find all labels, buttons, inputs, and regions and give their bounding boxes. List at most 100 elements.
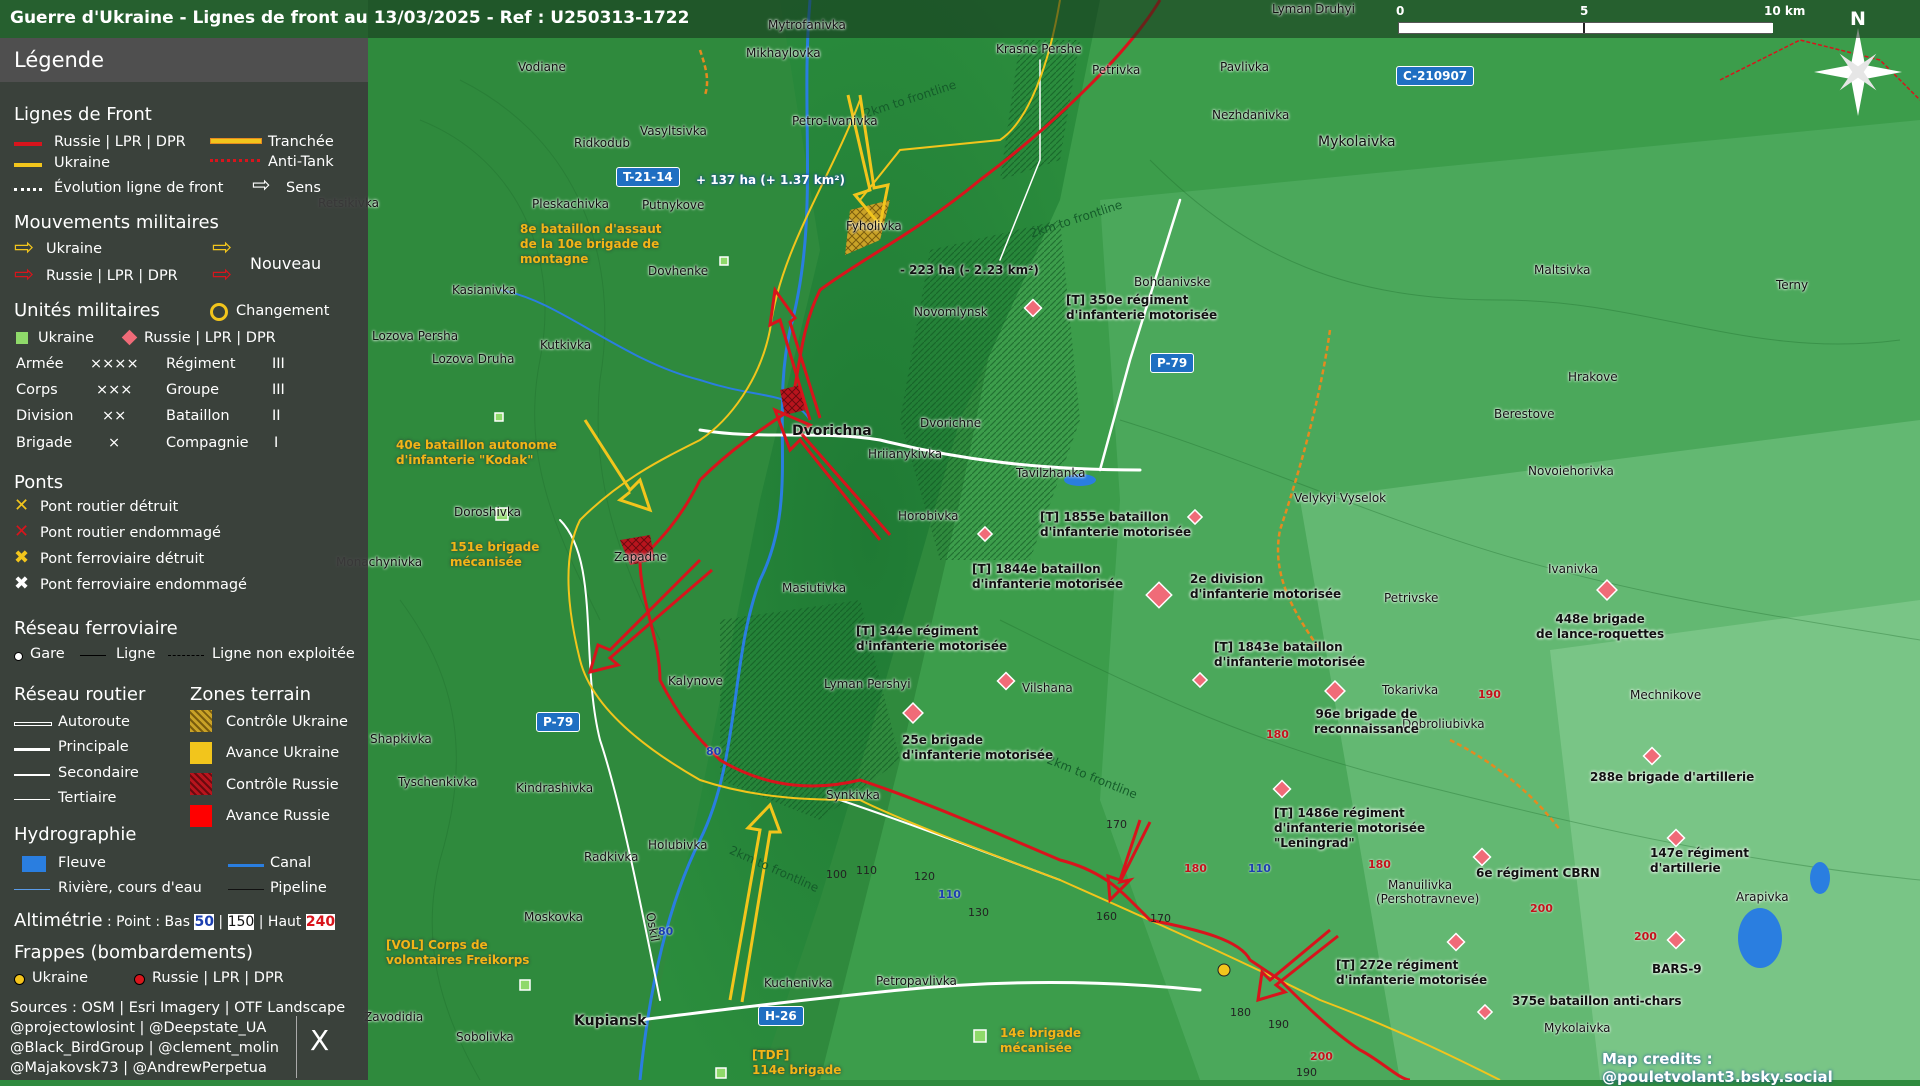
elevation-point: 190 [1296,1066,1317,1079]
ru-unit-label: 25e brigade d'infanterie motorisée [902,733,1054,762]
place-label: Radkivka [584,850,639,864]
legend-direction: Sens [286,180,321,196]
elevation-point: 120 [914,870,935,883]
rail-destroyed-icon: ✖ [14,547,30,568]
trench-swatch [210,138,262,144]
place-label: Sobolivka [456,1030,514,1044]
legend-evolution: Évolution ligne de front [54,180,224,196]
sources-line[interactable]: @projectowlosint | @Deepstate_UA [10,1020,266,1036]
rail-unused-swatch [168,655,204,656]
sources-line[interactable]: @Majakovsk73 | @AndrewPerpetua [10,1060,267,1076]
altimetry-high: 240 [305,914,336,930]
elevation-point: 100 [826,868,847,881]
echelon-symbol: III [272,356,285,372]
ru-control-swatch [190,773,212,795]
echelon-symbol: ×××× [90,356,139,372]
legend-road: Tertiaire [58,790,117,806]
altimetry-title: Altimétrie [14,910,103,931]
elevation-point: 180 [1230,1006,1251,1019]
elevation-point: 170 [1150,912,1171,925]
elevation-point: 200 [1310,1050,1333,1063]
ua-unit-label: 8e bataillon d'assaut de la 10e brigade … [520,222,662,266]
place-label: Mykolaivka [1318,134,1396,150]
place-label: Novomlynsk [914,305,988,319]
place-label: Mechnikove [1630,688,1702,702]
legend-header: Légende [0,38,368,82]
place-label: Hrakove [1568,370,1618,384]
ua-unit-marker [494,412,504,422]
echelon-label: Armée [16,356,64,372]
place-label: Terny [1776,278,1809,292]
ru-unit-label: 6e régiment CBRN [1476,866,1600,880]
antitank-swatch [210,159,260,166]
map-credits: Map credits : @pouletvolant3.bsky.social [1602,1050,1833,1086]
road-badge-p79-b: P-79 [536,712,581,732]
place-label: Hriianykivka [868,447,943,461]
ua-unit-square-icon [16,332,28,344]
place-label: Maltsivka [1534,263,1591,277]
sources-line[interactable]: @Black_BirdGroup | @clement_molin [10,1040,279,1056]
ru-unit-label: [T] 1486e régiment d'infanterie motorisé… [1274,806,1426,850]
river-swatch [14,889,50,890]
legend-trench: Tranchée [268,134,334,150]
change-circle-icon [210,303,228,321]
x-logo-icon[interactable]: X [310,1024,329,1057]
place-label: Petrivka [1092,63,1141,77]
legend-station: Gare [30,646,65,662]
place-label: Mikhaylovka [746,46,821,60]
rail-damaged-icon: ✖ [14,573,30,594]
echelon-label: Compagnie [166,435,249,451]
place-label: Bohdanivske [1134,275,1211,289]
echelon-label: Bataillon [166,408,230,424]
red-line-swatch [14,142,42,146]
place-label: Pavlivka [1220,60,1270,74]
legend-section-hydro: Hydrographie [14,824,137,845]
ua-unit-marker [519,979,531,991]
ru-unit-label: [T] 1843e bataillon d'infanterie motoris… [1214,640,1366,669]
place-label: Synkivka [826,788,880,802]
main-road-swatch [14,748,50,751]
ru-unit-label: BARS-9 [1652,962,1702,976]
ru-unit-label: [T] 1855e bataillon d'infanterie motoris… [1040,510,1192,539]
elevation-point: 110 [856,864,877,877]
ru-unit-label: [T] 344e régiment d'infanterie motorisée [856,624,1008,653]
legend-rail-unused: Ligne non exploitée [212,646,355,662]
sources-line: Sources : OSM | Esri Imagery | OTF Lands… [10,1000,346,1016]
place-label: Zavodidia [364,1010,424,1024]
scale-label-10: 10 km [1764,4,1806,18]
ru-unit-label: [T] 1844e bataillon d'infanterie motoris… [972,562,1124,591]
place-label: Vasyltsivka [640,124,707,138]
elevation-point: 160 [1096,910,1117,923]
place-label: Nezhdanivka [1212,108,1290,122]
road-badge-p79-a: P-79 [1150,353,1195,373]
scale-label-0: 0 [1396,4,1405,18]
altimetry-text-b: | Haut [254,914,306,930]
legend-zone: Avance Ukraine [226,745,340,761]
echelon-symbol: I [274,435,279,451]
echelon-symbol: II [272,408,281,424]
legend-section-bridges: Ponts [14,472,64,493]
legend-unit-ukraine: Ukraine [38,330,94,346]
ua-unit-label: 14e brigade mécanisée [1000,1026,1082,1055]
strike-ukraine [1217,963,1231,977]
place-label: Velykyi Vyselok [1294,491,1387,505]
place-label: Fyholivka [846,219,902,233]
elevation-point: 200 [1634,930,1657,943]
ru-unit-label: 288e brigade d'artillerie [1590,770,1755,784]
place-label: Vodiane [518,60,566,74]
place-label: Kasianivka [452,283,517,297]
legend-zone: Contrôle Ukraine [226,714,348,730]
place-label: Tavilzhanka [1016,466,1086,480]
elevation-point: 200 [1530,902,1553,915]
ru-unit-diamond-icon [121,329,138,346]
echelon-label: Régiment [166,356,236,372]
legend-move-russia: Russie | LPR | DPR [46,268,178,284]
legend-bridge: Pont ferroviaire détruit [40,551,205,567]
legend-move-ukraine: Ukraine [46,241,102,257]
echelon-label: Brigade [16,435,73,451]
legend-road: Secondaire [58,765,139,781]
legend-section-units: Unités militaires [14,300,160,321]
ru-move-arrow-icon: ⇨ [14,260,35,288]
place-label: Holubivka [648,838,708,852]
legend-section-roads: Réseau routier [14,684,146,705]
